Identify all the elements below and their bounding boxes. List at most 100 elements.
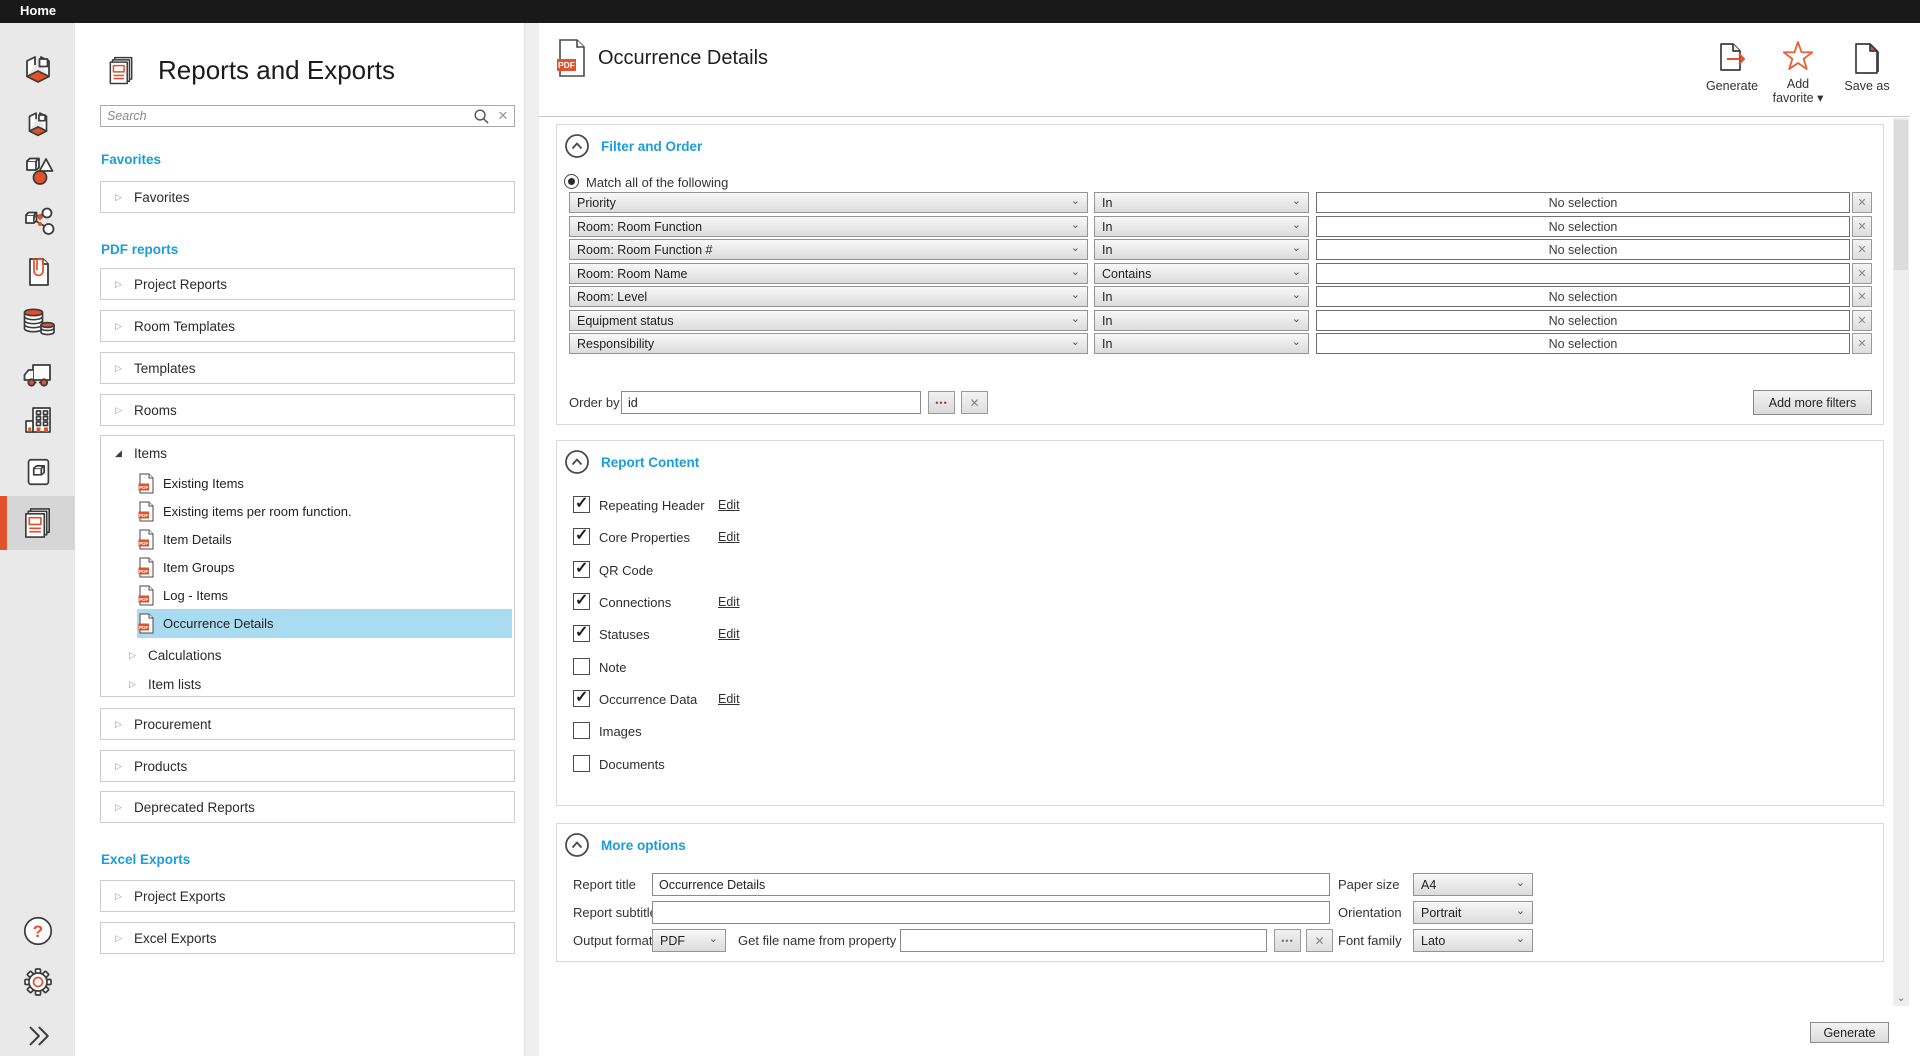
filter-value-field[interactable]: No selection (1316, 286, 1850, 307)
collapse-section-button[interactable] (564, 449, 590, 475)
report-title-input[interactable] (652, 873, 1330, 896)
expander-icon[interactable]: ▷ (129, 650, 141, 661)
filter-value-field[interactable]: No selection (1316, 333, 1850, 354)
rail-item-expand[interactable] (0, 1015, 75, 1056)
expander-icon[interactable]: ▷ (115, 719, 127, 730)
edit-link[interactable]: Edit (718, 498, 740, 512)
report-item[interactable]: PDF Existing Items (137, 469, 512, 497)
add-favorite-button[interactable]: Addfavorite ▾ (1766, 40, 1830, 112)
expander-icon[interactable]: ◢ (115, 448, 127, 459)
tree-subgroup-item-lists[interactable]: ▷Item lists (101, 672, 514, 696)
filter-value-field[interactable] (1316, 263, 1850, 284)
filter-operator-select[interactable]: In⌄ (1094, 286, 1309, 307)
rail-item-rooms[interactable] (0, 99, 75, 149)
filter-field-select[interactable]: Equipment status⌄ (569, 310, 1088, 331)
rail-item-shapes[interactable] (0, 147, 75, 197)
tree-group-items-header[interactable]: ◢Items (101, 441, 514, 465)
checkbox[interactable] (573, 690, 590, 707)
expander-icon[interactable]: ▷ (115, 802, 127, 813)
rail-item-attachments[interactable] (0, 247, 75, 297)
rail-item-settings[interactable] (0, 961, 75, 1003)
file-name-browse-button[interactable]: ••• (1274, 929, 1301, 952)
edit-link[interactable]: Edit (718, 530, 740, 544)
tree-group-project-reports[interactable]: ▷Project Reports (100, 268, 515, 300)
clear-order-by-button[interactable]: ✕ (961, 391, 988, 414)
expander-icon[interactable]: ▷ (115, 363, 127, 374)
generate-toolbar-button[interactable]: Generate (1700, 40, 1764, 112)
checkbox[interactable] (573, 755, 590, 772)
filter-value-field[interactable]: No selection (1316, 310, 1850, 331)
filter-operator-select[interactable]: In⌄ (1094, 239, 1309, 260)
expander-icon[interactable]: ▷ (115, 321, 127, 332)
filter-field-select[interactable]: Priority⌄ (569, 192, 1088, 213)
expander-icon[interactable]: ▷ (115, 405, 127, 416)
remove-filter-button[interactable]: ✕ (1852, 333, 1872, 354)
tree-group-excel-exports[interactable]: ▷Excel Exports (100, 922, 515, 954)
checkbox[interactable] (573, 658, 590, 675)
rail-item-systems[interactable] (0, 197, 75, 247)
clear-file-name-button[interactable]: ✕ (1306, 929, 1333, 952)
remove-filter-button[interactable]: ✕ (1852, 216, 1872, 237)
report-item[interactable]: PDF Item Details (137, 525, 512, 553)
rail-item-products[interactable] (0, 447, 75, 497)
checkbox[interactable] (573, 528, 590, 545)
tree-group-deprecated-reports[interactable]: ▷Deprecated Reports (100, 791, 515, 823)
font-family-select[interactable]: Lato⌄ (1413, 929, 1533, 952)
remove-filter-button[interactable]: ✕ (1852, 310, 1872, 331)
remove-filter-button[interactable]: ✕ (1852, 239, 1872, 260)
filter-field-select[interactable]: Responsibility⌄ (569, 333, 1088, 354)
checkbox[interactable] (573, 496, 590, 513)
rail-item-logistics[interactable] (0, 349, 75, 399)
edit-link[interactable]: Edit (718, 627, 740, 641)
file-name-property-input[interactable] (900, 929, 1267, 952)
order-by-browse-button[interactable]: ••• (928, 391, 955, 414)
remove-filter-button[interactable]: ✕ (1852, 263, 1872, 284)
report-item-occurrence-details[interactable]: PDF Occurrence Details (137, 609, 512, 638)
orientation-select[interactable]: Portrait⌄ (1413, 901, 1533, 924)
edit-link[interactable]: Edit (718, 595, 740, 609)
filter-operator-select[interactable]: Contains⌄ (1094, 263, 1309, 284)
main-scrollbar[interactable]: ⌄ (1893, 118, 1909, 1006)
collapse-section-button[interactable] (564, 133, 590, 159)
checkbox[interactable] (573, 625, 590, 642)
save-as-button[interactable]: Save as (1836, 40, 1898, 112)
filter-field-select[interactable]: Room: Level⌄ (569, 286, 1088, 307)
tree-subgroup-calculations[interactable]: ▷Calculations (101, 643, 514, 667)
filter-field-select[interactable]: Room: Room Function #⌄ (569, 239, 1088, 260)
collapse-section-button[interactable] (564, 832, 590, 858)
filter-operator-select[interactable]: In⌄ (1094, 333, 1309, 354)
tree-group-procurement[interactable]: ▷Procurement (100, 708, 515, 740)
output-format-select[interactable]: PDF⌄ (652, 929, 726, 952)
filter-value-field[interactable]: No selection (1316, 216, 1850, 237)
rail-item-company[interactable] (0, 395, 75, 445)
tree-group-room-templates[interactable]: ▷Room Templates (100, 310, 515, 342)
tree-group-rooms[interactable]: ▷Rooms (100, 394, 515, 426)
tree-group-project-exports[interactable]: ▷Project Exports (100, 880, 515, 912)
scrollbar-thumb[interactable] (1894, 120, 1908, 270)
remove-filter-button[interactable]: ✕ (1852, 192, 1872, 213)
add-more-filters-button[interactable]: Add more filters (1753, 390, 1872, 415)
rail-item-reports[interactable] (0, 496, 75, 550)
rail-item-spaces[interactable] (0, 45, 75, 95)
checkbox[interactable] (573, 722, 590, 739)
filter-field-select[interactable]: Room: Room Name⌄ (569, 263, 1088, 284)
filter-operator-select[interactable]: In⌄ (1094, 192, 1309, 213)
report-subtitle-input[interactable] (652, 901, 1330, 924)
scroll-down-arrow[interactable]: ⌄ (1893, 992, 1909, 1004)
rail-item-help[interactable]: ? (0, 910, 75, 952)
tree-group-favorites[interactable]: ▷Favorites (100, 181, 515, 213)
generate-bottom-button[interactable]: Generate (1810, 1022, 1889, 1043)
report-item[interactable]: PDF Item Groups (137, 553, 512, 581)
filter-operator-select[interactable]: In⌄ (1094, 216, 1309, 237)
report-item[interactable]: PDF Log - Items (137, 581, 512, 609)
clear-search-icon[interactable]: ✕ (492, 108, 514, 124)
search-icon[interactable] (470, 108, 492, 125)
expander-icon[interactable]: ▷ (129, 679, 141, 690)
filter-value-field[interactable]: No selection (1316, 239, 1850, 260)
tree-group-templates[interactable]: ▷Templates (100, 352, 515, 384)
order-by-input[interactable] (621, 391, 921, 414)
home-menu[interactable]: Home (20, 3, 56, 18)
filter-operator-select[interactable]: In⌄ (1094, 310, 1309, 331)
filter-value-field[interactable]: No selection (1316, 192, 1850, 213)
report-item[interactable]: PDF Existing items per room function. (137, 497, 512, 525)
